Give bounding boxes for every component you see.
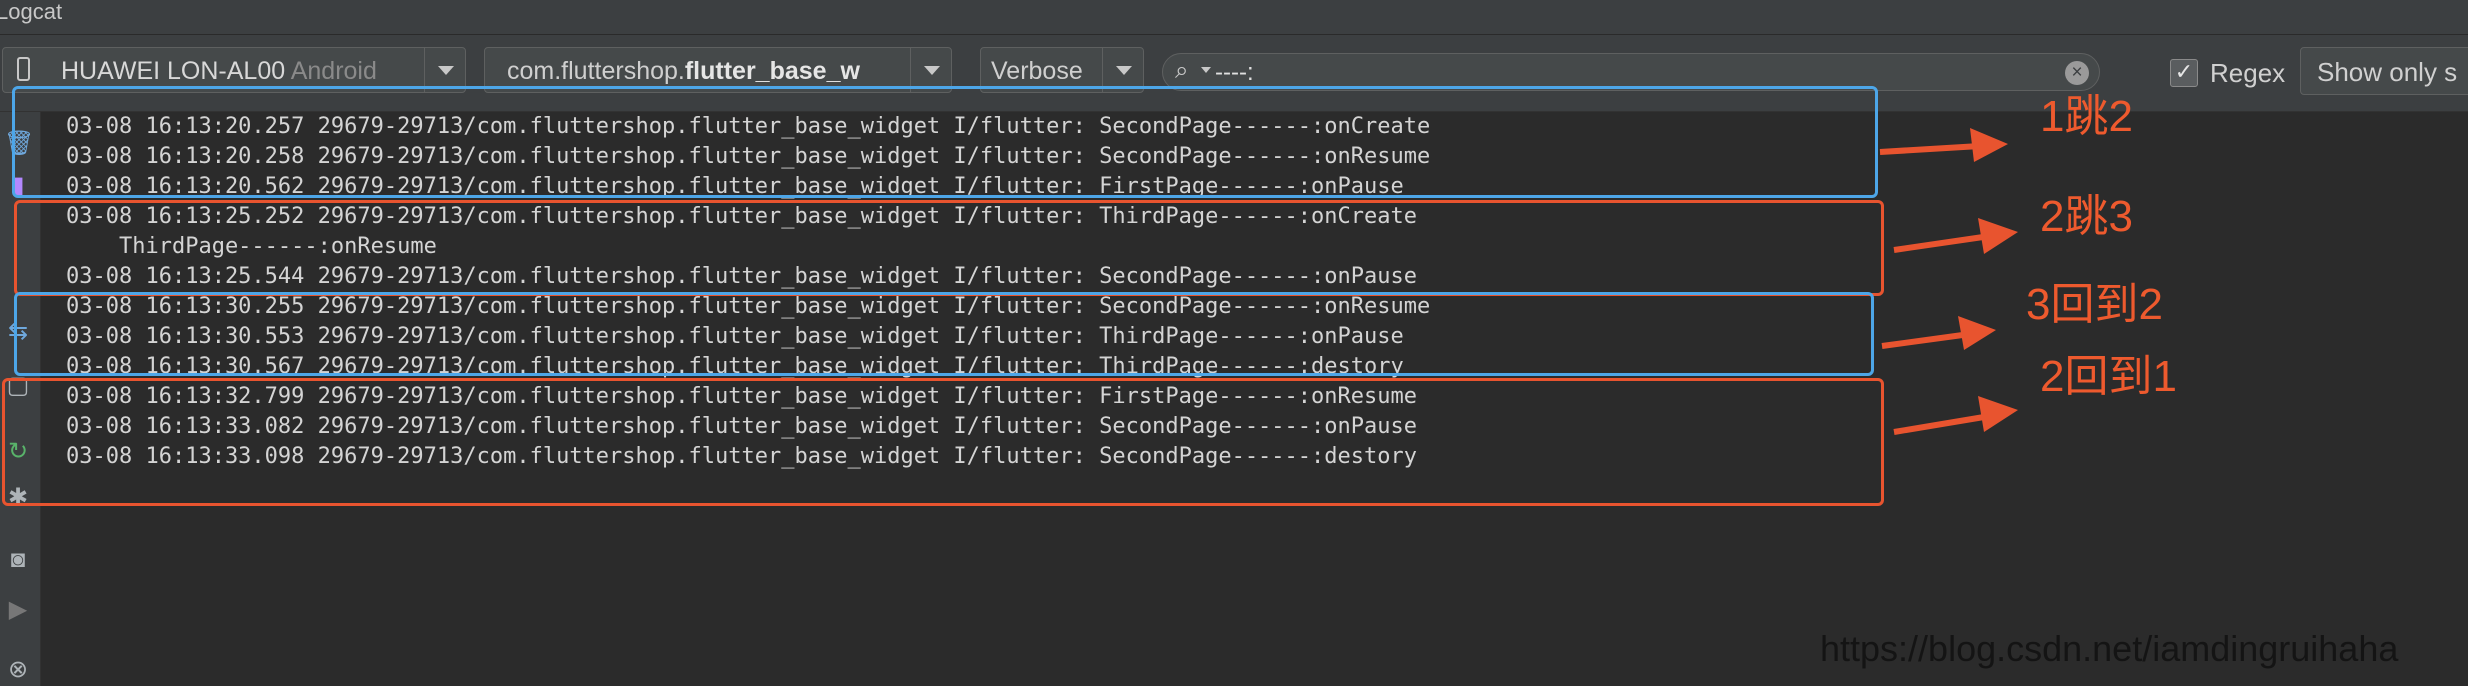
record-icon[interactable]: ▶ — [4, 596, 32, 624]
title-bar: Logcat — [0, 0, 2468, 35]
annotation-box-3 — [14, 292, 1874, 376]
search-icon[interactable]: ⌕ — [1175, 57, 1188, 85]
annotation-label: 1跳2 — [2040, 92, 2133, 141]
arrow-icon — [1881, 316, 1996, 350]
annotation-label: 2回到1 — [2040, 352, 2177, 401]
arrow-icon — [1879, 128, 2008, 162]
camera-icon[interactable]: ◙ — [4, 546, 32, 574]
search-query[interactable]: ----: — [1215, 59, 1254, 87]
annotation-box-1 — [12, 86, 1878, 198]
arrow-icon — [1893, 396, 2018, 435]
regex-checkbox[interactable]: ✓ — [2170, 59, 2198, 87]
regex-label: Regex — [2210, 58, 2286, 88]
clear-search-icon[interactable]: × — [2065, 61, 2089, 85]
log-level: Verbose — [991, 57, 1083, 85]
close-icon[interactable]: ⊗ — [4, 656, 32, 684]
annotation-box-4 — [2, 378, 1884, 506]
package-prefix: com.fluttershop. — [507, 57, 685, 85]
package-bold: flutter_base_w — [684, 57, 860, 85]
watermark: https://blog.csdn.net/iamdingruihaha — [1820, 628, 2399, 669]
annotation-label: 2跳3 — [2040, 192, 2133, 241]
search-history-caret-icon[interactable] — [1201, 67, 1211, 73]
arrow-icon — [1893, 218, 2018, 254]
annotation-box-2 — [14, 200, 1884, 296]
window-title: Logcat — [0, 0, 63, 24]
filter-dropdown[interactable]: Show only s — [2300, 47, 2468, 95]
device-os: Android — [290, 57, 377, 85]
phone-icon — [17, 57, 30, 81]
device-name: HUAWEI LON-AL00 — [61, 57, 286, 85]
annotation-label: 3回到2 — [2026, 280, 2163, 329]
filter-label: Show only s — [2317, 57, 2458, 87]
